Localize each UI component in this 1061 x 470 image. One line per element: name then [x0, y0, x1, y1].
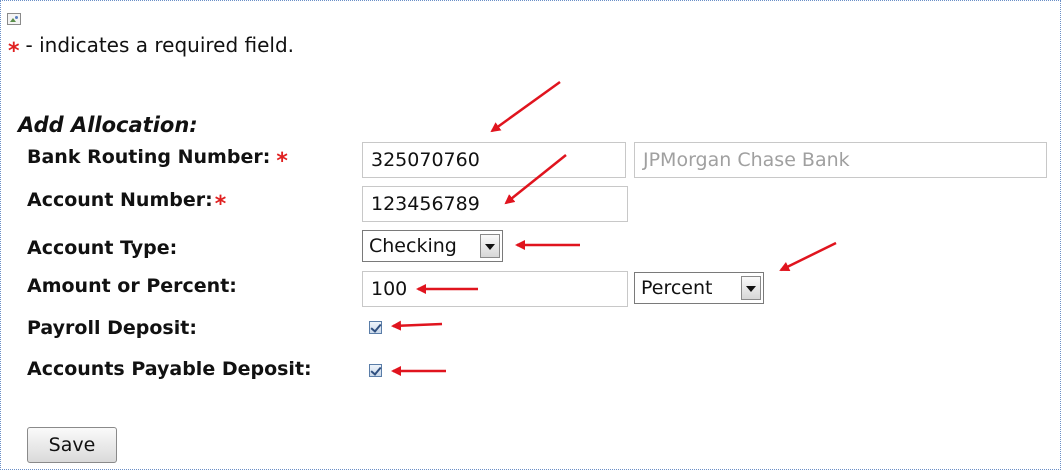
- annotation-arrow: [490, 80, 561, 133]
- annotation-arrow: [391, 320, 443, 331]
- annotation-arrow: [779, 241, 837, 272]
- annotation-arrow: [504, 154, 567, 205]
- annotation-arrows: [391, 80, 837, 376]
